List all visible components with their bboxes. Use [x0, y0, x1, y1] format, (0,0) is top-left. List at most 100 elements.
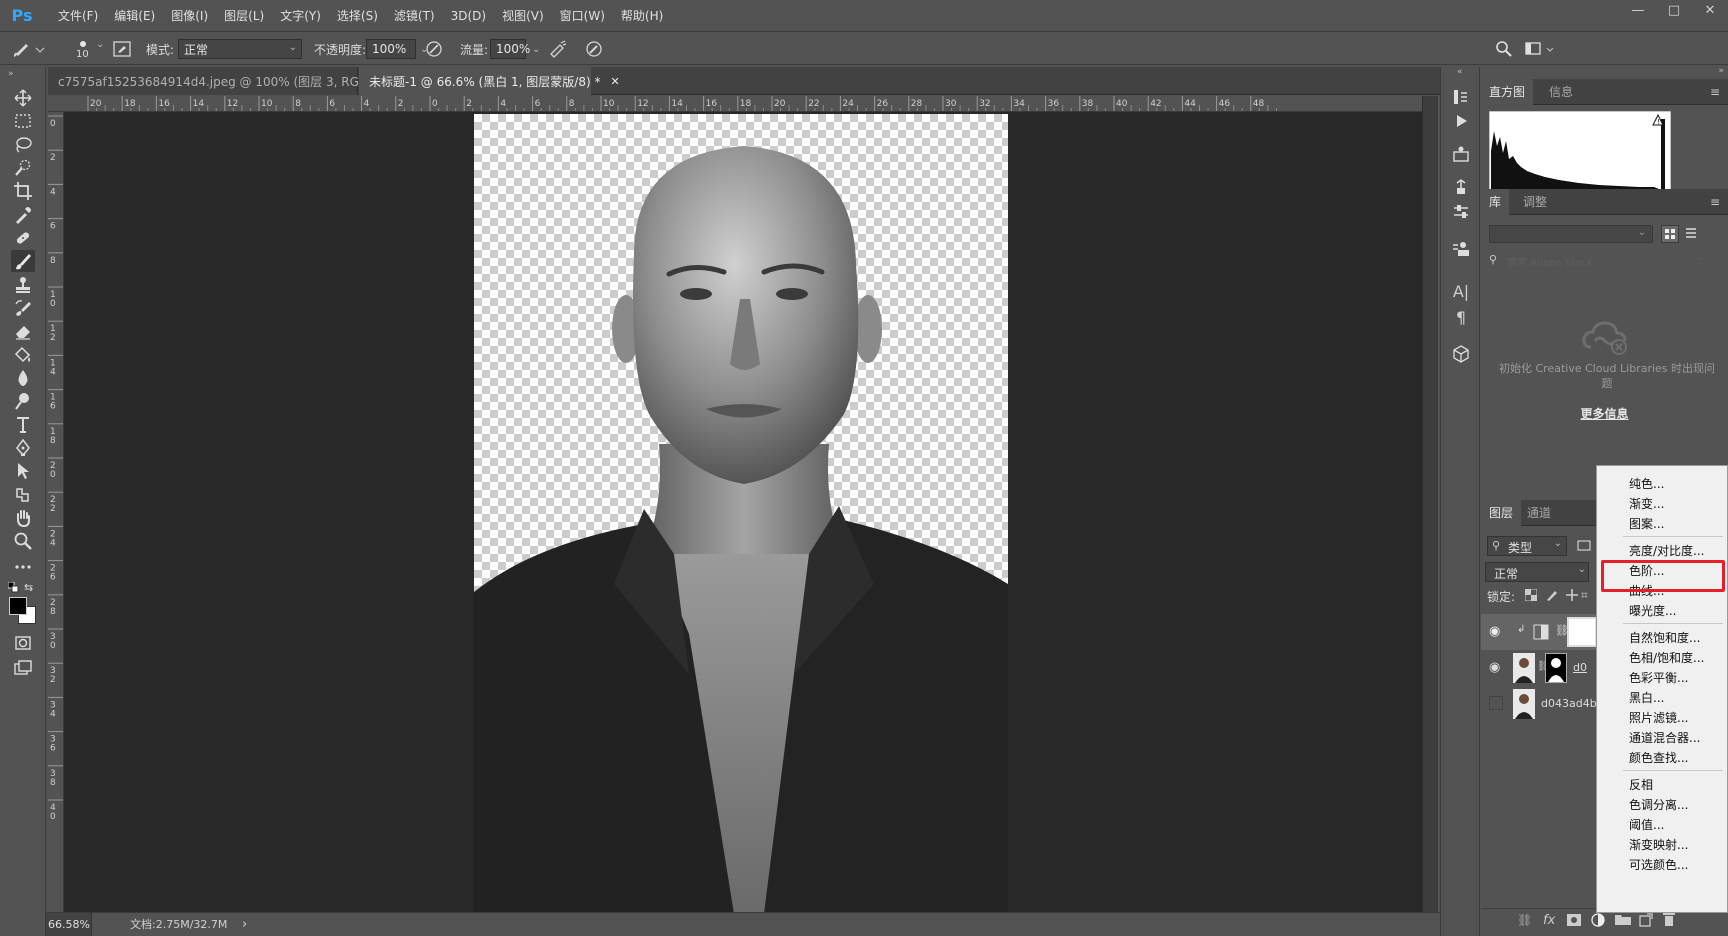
trash-icon[interactable] [1663, 912, 1675, 926]
menu-item[interactable]: 编辑(E) [106, 0, 163, 32]
panel-menu-icon[interactable]: ≡ [1710, 85, 1720, 99]
menu-item-adjustment[interactable]: 色相/饱和度... [1629, 648, 1705, 668]
quick-mask-button[interactable] [11, 632, 35, 654]
3d-panel-button[interactable] [1449, 342, 1473, 366]
type-tool[interactable] [11, 414, 35, 436]
pressure-opacity-button[interactable] [424, 33, 444, 65]
menu-item-adjustment[interactable]: 阈值... [1629, 815, 1664, 835]
fx-icon[interactable]: fx [1543, 913, 1555, 928]
menu-item-adjustment[interactable]: 色调分离... [1629, 795, 1688, 815]
lasso-tool[interactable] [11, 134, 35, 156]
tool-preset-picker[interactable] [8, 33, 48, 65]
list-view-button[interactable] [1683, 225, 1701, 243]
history-brush-tool[interactable] [11, 297, 35, 319]
grid-view-button[interactable] [1661, 225, 1679, 243]
menu-item[interactable]: 窗口(W) [552, 0, 613, 32]
tab-channels[interactable]: 通道 [1519, 500, 1559, 526]
vertical-scrollbar[interactable] [1422, 96, 1438, 912]
layer-name[interactable]: d043ad4b [1541, 697, 1597, 710]
menu-item-adjustment[interactable]: 照片滤镜... [1629, 708, 1688, 728]
collapse-panels-icon[interactable]: » [1481, 67, 1728, 76]
brush-size-picker[interactable]: 10 ⌄ [68, 33, 108, 65]
menu-item-adjustment[interactable]: 自然饱和度... [1629, 628, 1700, 648]
link-layers-icon[interactable]: ⛓ [1517, 913, 1532, 927]
adjustment-settings-button[interactable] [1449, 200, 1473, 224]
adjustment-layer-icon[interactable] [1591, 913, 1605, 927]
zoom-tool[interactable] [11, 530, 35, 552]
menu-item[interactable]: 视图(V) [494, 0, 552, 32]
eye-icon[interactable]: ◉ [1489, 624, 1500, 639]
vertical-ruler[interactable]: 0246810121416182022242628303234363840 [48, 112, 64, 912]
menu-item-adjustment[interactable]: 反相 [1629, 775, 1653, 795]
airbrush-button[interactable] [548, 33, 568, 65]
default-colors-icon[interactable] [8, 582, 20, 594]
healing-brush-tool[interactable] [11, 227, 35, 249]
menu-item[interactable]: 帮助(H) [613, 0, 671, 32]
menu-item-adjustment[interactable]: 曝光度... [1629, 601, 1676, 621]
quick-selection-tool[interactable] [11, 157, 35, 179]
lock-position-button[interactable] [1565, 588, 1579, 602]
move-tool[interactable] [11, 87, 35, 109]
hand-tool[interactable] [11, 507, 35, 529]
workspace-switcher[interactable] [1524, 33, 1558, 65]
close-tab-icon[interactable]: ✕ [610, 75, 619, 88]
flow-dropdown-icon[interactable]: ⌄ [532, 44, 540, 55]
eyedropper-tool[interactable] [11, 204, 35, 226]
more-info-link[interactable]: 更多信息 [1481, 405, 1728, 422]
character-panel-button[interactable]: A| [1449, 279, 1473, 303]
shape-tool[interactable] [11, 484, 35, 506]
clone-stamp-tool[interactable] [11, 274, 35, 296]
tab-adjustments[interactable]: 调整 [1515, 189, 1555, 215]
layer-name[interactable]: d0 [1573, 661, 1587, 674]
mode-select[interactable]: 正常 ⌄ [178, 39, 302, 59]
collapse-tools-icon[interactable]: » [8, 69, 14, 79]
search-button[interactable] [1494, 33, 1514, 65]
horizontal-ruler[interactable]: 20 18 16 14 12 10 8 6 4 2 0 2 4 6 8 10 12 14 16 18 20 22 24 26 2… [48, 96, 1422, 112]
lock-pixels-button[interactable] [1545, 588, 1559, 602]
tab-untitled-1[interactable]: 未标题-1 @ 66.6% (黑白 1, 图层蒙版/8) * ✕ [359, 67, 620, 95]
menu-item-adjustment[interactable]: 颜色查找... [1629, 748, 1688, 768]
marquee-tool[interactable] [11, 110, 35, 132]
image-filter-button[interactable] [1577, 538, 1593, 554]
menu-item-adjustment[interactable]: 渐变... [1629, 494, 1664, 514]
opacity-input[interactable]: 100% [366, 39, 416, 59]
screen-mode-button[interactable] [11, 657, 35, 679]
menu-item[interactable]: 图像(I) [163, 0, 216, 32]
history-panel-button[interactable] [1449, 85, 1473, 109]
menu-item[interactable]: 选择(S) [329, 0, 386, 32]
menu-item-adjustment[interactable]: 可选颜色... [1629, 855, 1688, 875]
menu-item[interactable]: 文件(F) [50, 0, 106, 32]
new-layer-icon[interactable] [1639, 913, 1653, 927]
tab-c7575af-jpeg[interactable]: c7575af15253684914d4.jpeg @ 100% (图层 3, … [48, 67, 423, 95]
brush-settings-button[interactable] [1449, 175, 1473, 199]
stock-search-field[interactable]: ⚲ 搜索 Adobe Stock ⌄ [1489, 251, 1709, 271]
restore-button[interactable]: □ [1656, 0, 1692, 24]
foreground-color-swatch[interactable] [9, 597, 27, 615]
swap-colors-icon[interactable]: ⇆ [24, 581, 33, 594]
library-select[interactable]: ⌄ [1489, 225, 1653, 243]
canvas-area[interactable] [64, 112, 1422, 912]
tab-histogram[interactable]: 直方图 [1481, 79, 1534, 105]
tab-layers[interactable]: 图层 [1481, 500, 1522, 526]
dodge-tool[interactable] [11, 390, 35, 412]
lock-transparency-button[interactable] [1525, 589, 1537, 601]
properties-panel-button[interactable] [1449, 142, 1473, 166]
eraser-tool[interactable] [11, 320, 35, 342]
hidden-visibility-box[interactable] [1489, 696, 1503, 710]
menu-item[interactable]: 滤镜(T) [386, 0, 443, 32]
layer-filter-select[interactable]: ⚲ 类型 ⌄ [1487, 536, 1567, 556]
menu-item[interactable]: 图层(L) [216, 0, 272, 32]
brush-tool[interactable] [11, 250, 35, 272]
menu-item-adjustment[interactable]: 图案... [1629, 514, 1664, 534]
status-menu-arrow[interactable]: › [242, 913, 247, 936]
more-tools-button[interactable] [11, 556, 35, 578]
eye-icon[interactable]: ◉ [1489, 660, 1500, 675]
folder-icon[interactable] [1615, 913, 1631, 925]
menu-item-adjustment[interactable]: 色彩平衡... [1629, 668, 1688, 688]
paint-bucket-tool[interactable] [11, 344, 35, 366]
menu-item-adjustment[interactable]: 纯色... [1629, 474, 1664, 494]
paragraph-panel-button[interactable]: ¶ [1449, 305, 1473, 329]
lock-artboard-icon[interactable]: ⌗ [1581, 588, 1588, 603]
menu-item-adjustment[interactable]: 渐变映射... [1629, 835, 1688, 855]
collapse-dock-icon[interactable]: « [1457, 67, 1463, 77]
